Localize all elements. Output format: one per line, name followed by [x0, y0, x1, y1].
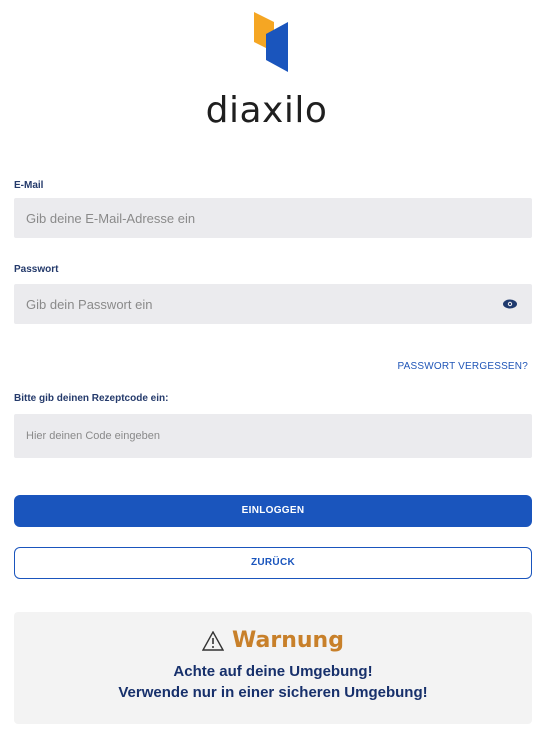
password-label: Passwort — [14, 264, 59, 275]
eye-icon[interactable] — [502, 297, 518, 311]
code-label: Bitte gib deinen Rezeptcode ein: — [14, 393, 169, 404]
warning-box: Warnung Achte auf deine Umgebung! Verwen… — [14, 612, 532, 724]
code-field[interactable] — [14, 414, 532, 458]
diaxilo-logo-icon — [254, 12, 288, 72]
warning-line-1: Achte auf deine Umgebung! — [173, 663, 373, 680]
warning-title: Warnung — [232, 628, 344, 653]
warning-line-2: Verwende nur in einer sicheren Umgebung! — [118, 684, 428, 701]
email-label: E-Mail — [14, 180, 44, 191]
email-field[interactable] — [14, 198, 532, 238]
warning-triangle-icon — [202, 630, 225, 651]
warning-header: Warnung — [14, 628, 532, 653]
forgot-password-link[interactable]: PASSWORT VERGESSEN? — [397, 361, 528, 372]
email-input[interactable] — [24, 209, 488, 227]
password-input[interactable] — [24, 295, 488, 313]
login-button[interactable]: EINLOGGEN — [14, 495, 532, 527]
password-field[interactable] — [14, 284, 532, 324]
code-input[interactable] — [24, 429, 488, 443]
brand-name: diaxilo — [205, 90, 328, 131]
back-button[interactable]: ZURÜCK — [14, 547, 532, 579]
